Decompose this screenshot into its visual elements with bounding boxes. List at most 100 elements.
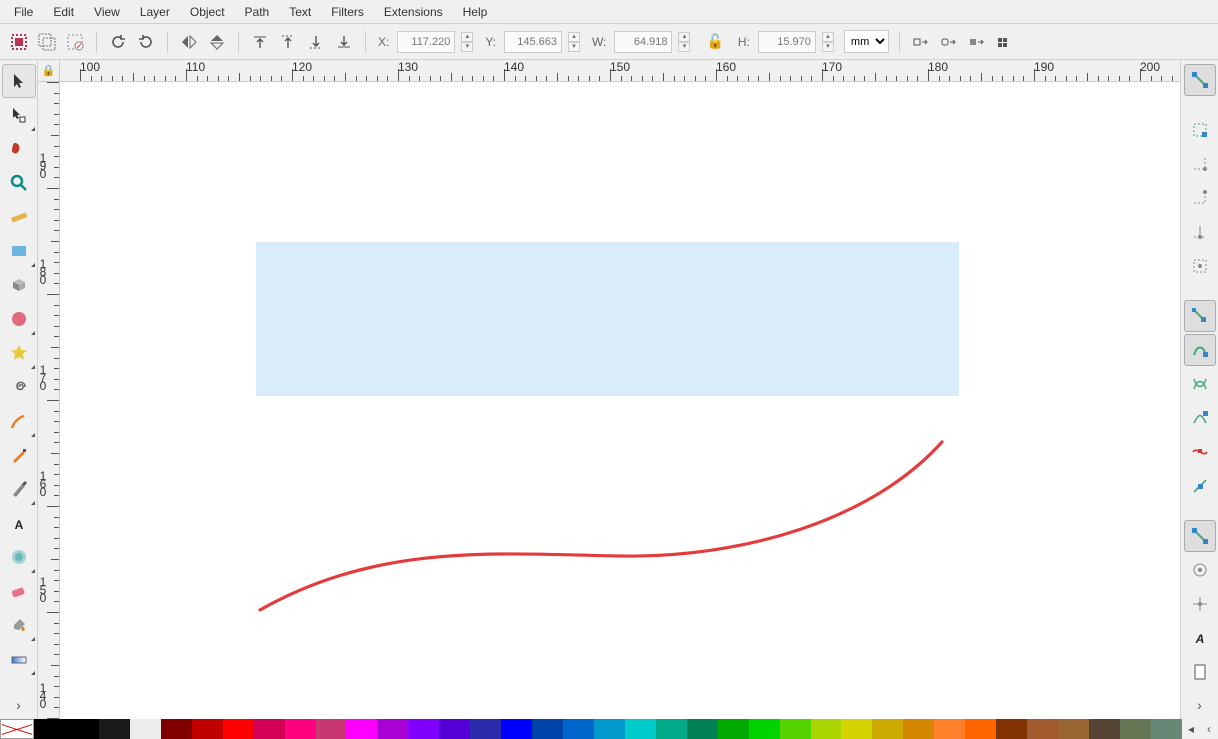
snap-text-baseline-icon[interactable]: A [1184, 622, 1216, 654]
spiral-tool[interactable] [2, 370, 36, 404]
transform-pattern-icon[interactable] [994, 31, 1016, 53]
h-spin-down[interactable]: ▾ [822, 42, 834, 52]
star-tool[interactable] [2, 336, 36, 370]
menu-object[interactable]: Object [180, 1, 235, 23]
rotate-ccw-icon[interactable] [107, 31, 129, 53]
menu-filters[interactable]: Filters [321, 1, 374, 23]
swatch-24[interactable] [811, 719, 842, 739]
swatch-3[interactable] [161, 719, 192, 739]
swatch-20[interactable] [687, 719, 718, 739]
swatch-8[interactable] [316, 719, 347, 739]
select-all-layers-icon[interactable] [36, 31, 58, 53]
shape-builder-tool[interactable] [2, 132, 36, 166]
y-spin-up[interactable]: ▴ [568, 32, 580, 42]
palette-menu-icon[interactable]: ‹ [1200, 719, 1218, 739]
spray-tool[interactable] [2, 540, 36, 574]
ruler-vertical[interactable]: 1 9 01 8 01 7 01 6 01 5 01 4 0 [38, 82, 60, 719]
x-input[interactable] [397, 31, 455, 53]
snap-bbox-corner-icon[interactable] [1184, 182, 1216, 214]
raise-top-icon[interactable] [249, 31, 271, 53]
swatch-23[interactable] [780, 719, 811, 739]
circle-tool[interactable] [2, 302, 36, 336]
swatch-black[interactable] [34, 719, 68, 739]
y-spin-down[interactable]: ▾ [568, 42, 580, 52]
menu-edit[interactable]: Edit [43, 1, 84, 23]
calligraphy-tool[interactable] [2, 472, 36, 506]
h-spin-up[interactable]: ▴ [822, 32, 834, 42]
canvas[interactable] [60, 82, 1180, 719]
palette-scroll-icon[interactable]: ◂ [1182, 719, 1200, 739]
swatch-18[interactable] [625, 719, 656, 739]
swatch-32[interactable] [1058, 719, 1089, 739]
menu-help[interactable]: Help [453, 1, 498, 23]
lock-aspect-icon[interactable]: 🔓 [700, 33, 729, 50]
swatch-19[interactable] [656, 719, 687, 739]
swatch-21[interactable] [718, 719, 749, 739]
swatch-29[interactable] [965, 719, 996, 739]
w-spin-down[interactable]: ▾ [678, 42, 690, 52]
swatch-16[interactable] [563, 719, 594, 739]
swatch-28[interactable] [934, 719, 965, 739]
unit-select[interactable]: mm [844, 30, 889, 53]
snap-intersection-icon[interactable] [1184, 368, 1216, 400]
snap-cusp-icon[interactable] [1184, 402, 1216, 434]
text-tool[interactable]: A [2, 506, 36, 540]
rotate-cw-icon[interactable] [135, 31, 157, 53]
pen-tool[interactable] [2, 438, 36, 472]
snap-page-border-icon[interactable] [1184, 656, 1216, 688]
menu-file[interactable]: File [4, 1, 43, 23]
ruler-horizontal[interactable]: 100110120130140150160170180190200 [60, 60, 1180, 82]
zoom-tool[interactable] [2, 166, 36, 200]
snap-line-midpoint-icon[interactable] [1184, 470, 1216, 502]
transform-corners-icon[interactable] [938, 31, 960, 53]
deselect-icon[interactable] [64, 31, 86, 53]
swatch-25[interactable] [841, 719, 872, 739]
menu-extensions[interactable]: Extensions [374, 1, 453, 23]
ruler-lock-icon[interactable]: 🔒 [38, 60, 60, 82]
swatch-13[interactable] [470, 719, 501, 739]
paint-bucket-tool[interactable] [2, 608, 36, 642]
menu-view[interactable]: View [84, 1, 130, 23]
swatch-none[interactable] [0, 719, 34, 739]
snap-path-icon[interactable] [1184, 334, 1216, 366]
swatch-9[interactable] [346, 719, 377, 739]
swatch-33[interactable] [1089, 719, 1120, 739]
selector-tool[interactable] [2, 64, 36, 98]
swatch-11[interactable] [408, 719, 439, 739]
swatch-17[interactable] [594, 719, 625, 739]
snap-rotation-center-icon[interactable] [1184, 588, 1216, 620]
swatch-12[interactable] [439, 719, 470, 739]
swatch-2[interactable] [130, 719, 161, 739]
swatch-5[interactable] [223, 719, 254, 739]
snap-bbox-center-icon[interactable] [1184, 250, 1216, 282]
w-input[interactable] [614, 31, 672, 53]
x-spin-up[interactable]: ▴ [461, 32, 473, 42]
gradient-tool[interactable] [2, 642, 36, 676]
snap-other-icon[interactable] [1184, 520, 1216, 552]
flip-vertical-icon[interactable] [206, 31, 228, 53]
node-tool[interactable] [2, 98, 36, 132]
menu-text[interactable]: Text [279, 1, 321, 23]
w-spin-up[interactable]: ▴ [678, 32, 690, 42]
h-input[interactable] [758, 31, 816, 53]
snap-enable-icon[interactable] [1184, 64, 1216, 96]
transform-stroke-icon[interactable] [910, 31, 932, 53]
swatch-7[interactable] [285, 719, 316, 739]
snap-bbox-edge-icon[interactable] [1184, 148, 1216, 180]
y-input[interactable] [504, 31, 562, 53]
snap-object-center-icon[interactable] [1184, 554, 1216, 586]
3d-box-tool[interactable] [2, 268, 36, 302]
swatch-22[interactable] [749, 719, 780, 739]
swatch-30[interactable] [996, 719, 1027, 739]
menu-path[interactable]: Path [235, 1, 280, 23]
swatch-27[interactable] [903, 719, 934, 739]
transform-gradient-icon[interactable] [966, 31, 988, 53]
raise-icon[interactable] [277, 31, 299, 53]
swatch-4[interactable] [192, 719, 223, 739]
swatch-6[interactable] [254, 719, 285, 739]
swatch-1[interactable] [99, 719, 130, 739]
swatch-35[interactable] [1151, 719, 1182, 739]
swatch-31[interactable] [1027, 719, 1058, 739]
swatch-10[interactable] [377, 719, 408, 739]
measure-tool[interactable] [2, 200, 36, 234]
